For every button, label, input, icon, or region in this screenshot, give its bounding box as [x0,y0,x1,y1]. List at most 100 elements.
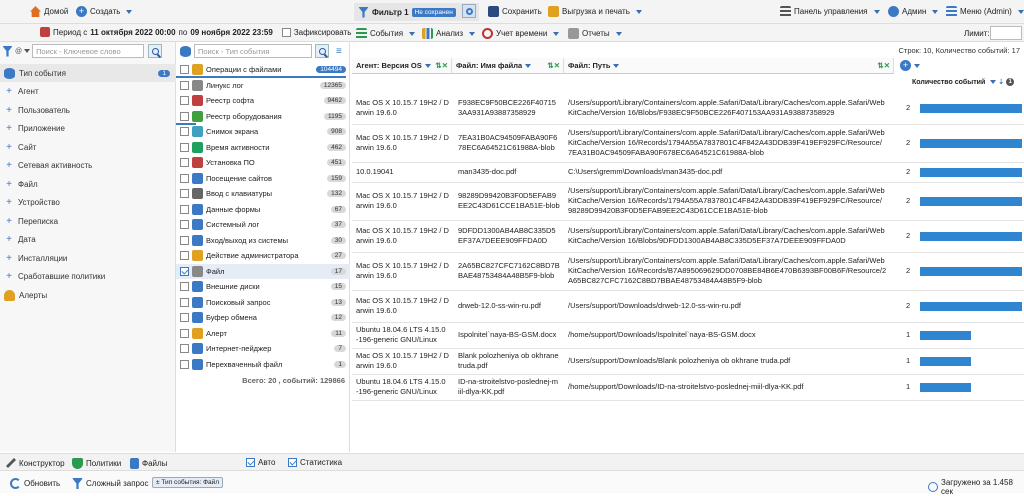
category-item[interactable]: Тип события 1 [0,64,176,82]
col-agent-header[interactable]: Агент: Версия OS ⇅✕ [352,58,452,74]
category-item[interactable]: + Приложение [0,120,176,138]
event-checkbox[interactable] [180,142,189,152]
event-type-item[interactable]: Перехваченный файл 1 [176,357,350,373]
keyword-search-input[interactable]: Поиск - Ключевое слово [32,44,145,58]
event-type-item[interactable]: Буфер обмена 12 [176,310,350,326]
event-type-item[interactable]: Внешние диски 15 [176,279,350,295]
event-checkbox[interactable] [180,189,189,199]
stats-toggle[interactable]: Статистика [288,458,342,467]
event-checkbox[interactable] [180,282,189,292]
fix-period-checkbox[interactable] [281,27,291,37]
event-type-item[interactable]: Время активности 462 [176,140,350,156]
event-checkbox[interactable] [180,204,189,214]
category-badge[interactable]: 1 [158,69,170,77]
filter-icon[interactable] [2,45,13,57]
time-button[interactable]: Учет времени [482,28,560,39]
tab-policies[interactable]: Политики [72,458,121,469]
create-button[interactable]: + Создать [76,6,133,17]
path-cell[interactable]: /Users/support/Library/Containers/com.ap… [564,98,900,118]
event-checkbox[interactable] [180,127,189,137]
event-type-item[interactable]: Снимок экрана 908 [176,124,350,140]
filename-cell[interactable]: Ispolnitel`naya-BS-GSM.docx [454,330,564,340]
event-type-item[interactable]: Файл 17 [176,263,350,279]
event-checkbox[interactable] [180,235,189,245]
event-type-item[interactable]: Реестр оборудования 1195 [176,109,350,125]
event-checkbox[interactable] [180,344,189,354]
filename-cell[interactable]: man3435-doc.pdf [454,167,564,177]
filename-cell[interactable]: F938EC9F50BCE226F40715 3AA931A93887358929 [454,98,564,118]
path-cell[interactable]: /Users/support/Downloads/Blank polozheni… [564,356,900,366]
refresh-button[interactable]: Обновить [10,478,60,489]
complex-query-button[interactable]: Сложный запрос [72,478,148,489]
col-count-header[interactable]: Количество событий ⇣ 1 [912,78,1015,86]
event-type-item[interactable]: Системный лог 37 [176,217,350,233]
export-button[interactable]: Выгрузка и печать [548,6,642,17]
category-item[interactable]: + Устройство [0,194,176,212]
category-item[interactable]: + Агент [0,83,176,101]
tab-files[interactable]: Файлы [130,458,167,469]
agent-cell[interactable]: Mac OS X 10.15.7 19H2 / Darwin 19.6.0 [352,226,452,246]
filter-tab[interactable]: Фильтр 1 Не сохранен [354,3,479,21]
agent-cell[interactable]: Mac OS X 10.15.7 19H2 / Darwin 19.6.0 [352,261,452,281]
admin-button[interactable]: Админ [888,6,939,17]
agent-cell[interactable]: Mac OS X 10.15.7 19H2 / Darwin 19.6.0 [352,98,452,118]
home-button[interactable]: Домой [30,6,68,17]
category-item[interactable]: + Инсталляции [0,249,176,267]
agent-cell[interactable]: Ubuntu 18.04.6 LTS 4.15.0 -196-generic GN… [352,377,452,397]
agent-cell[interactable]: Mac OS X 10.15.7 19H2 / Darwin 19.6.0 [352,296,452,316]
event-checkbox[interactable] [180,266,189,276]
event-search-button[interactable] [315,44,329,58]
tab-constructor[interactable]: Конструктор [6,458,65,468]
agent-cell[interactable]: Mac OS X 10.15.7 19H2 / Darwin 19.6.0 [352,351,452,371]
menu-button[interactable]: Меню (Admin) [946,6,1024,17]
event-type-item[interactable]: Данные формы 67 [176,202,350,218]
event-type-item[interactable]: Посещение сайтов 159 [176,171,350,187]
agent-cell[interactable]: Ubuntu 18.04.6 LTS 4.15.0 -196-generic GN… [352,325,452,345]
path-cell[interactable]: /Users/support/Downloads/drweb-12.0-ss-w… [564,301,900,311]
event-checkbox[interactable] [180,80,189,90]
stats-checkbox[interactable] [288,458,297,467]
event-type-item[interactable]: Линукс лог 12365 [176,78,350,94]
sort-icon[interactable]: ⇅✕ [547,61,560,70]
auto-checkbox[interactable] [246,458,255,467]
filename-cell[interactable]: 2A65BC827CFC7162C8BD7B BAE48753484A48B5F9… [454,261,564,281]
auto-toggle[interactable]: Авто [246,458,275,467]
path-cell[interactable]: /Users/support/Library/Containers/com.ap… [564,186,900,216]
path-cell[interactable]: /Users/support/Library/Containers/com.ap… [564,226,900,246]
category-item[interactable]: + Файл [0,175,176,193]
event-checkbox[interactable] [180,111,189,121]
event-checkbox[interactable] [180,297,189,307]
add-column-button[interactable]: + [900,60,920,71]
event-type-item[interactable]: Интернет-пейджер 7 [176,341,350,357]
event-type-item[interactable]: Действие администратора 27 [176,248,350,264]
path-cell[interactable]: /Users/support/Library/Containers/com.ap… [564,256,900,286]
event-type-item[interactable]: Алерт 11 [176,326,350,342]
event-checkbox[interactable] [180,158,189,168]
list-menu-icon[interactable]: ≡ [336,46,342,57]
category-item[interactable]: + Сработавшие политики [0,268,176,286]
dashboard-button[interactable]: Панель управления [780,6,880,17]
gear-icon[interactable] [462,4,476,18]
event-type-item[interactable]: Поисковый запрос 13 [176,295,350,311]
category-item[interactable]: + Сетевая активность [0,157,176,175]
save-button[interactable]: Сохранить [488,6,542,17]
reports-button[interactable]: Отчеты [568,28,622,39]
category-item[interactable]: + Пользователь [0,101,176,119]
agent-cell[interactable]: Mac OS X 10.15.7 19H2 / Darwin 19.6.0 [352,133,452,153]
event-checkbox[interactable] [180,65,189,75]
at-icon[interactable]: @ [15,48,22,55]
agent-cell[interactable]: 10.0.19041 [352,167,452,177]
path-cell[interactable]: /Users/support/Library/Containers/com.ap… [564,128,900,158]
path-cell[interactable]: /home/support/Downloads/ID-na-stroitelst… [564,382,900,392]
category-item[interactable]: + Переписка [0,212,176,230]
event-type-search-input[interactable]: Поиск - Тип события [194,44,312,58]
event-checkbox[interactable] [180,328,189,338]
active-filter-tag[interactable]: ± Тип события: Файл [152,477,224,488]
sort-icon[interactable]: ⇅✕ [435,61,448,70]
limit-input[interactable] [990,26,1022,40]
event-checkbox[interactable] [180,220,189,230]
event-checkbox[interactable] [180,251,189,261]
event-type-item[interactable]: Реестр софта 9462 [176,93,350,109]
search-button[interactable] [148,44,163,58]
sort-icon[interactable]: ⇅✕ [877,61,890,70]
